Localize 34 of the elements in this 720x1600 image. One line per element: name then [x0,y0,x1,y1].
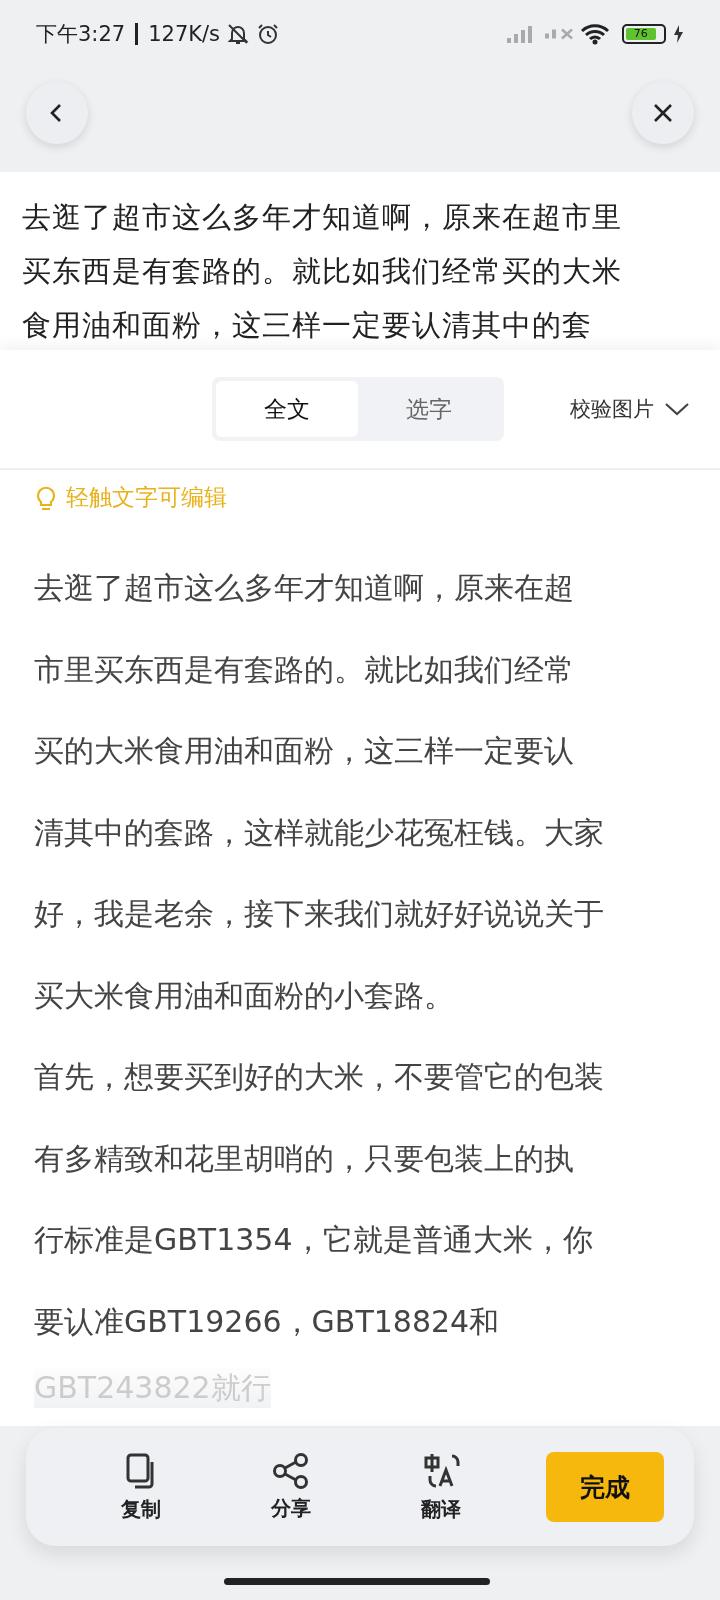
wifi-icon [580,23,610,45]
network-speed: 127K/s [148,22,221,46]
image-text-line: 买东西是有套路的。就比如我们经常买的大米 [22,253,623,290]
text-line[interactable]: 要认准GBT19266，GBT18824和 [34,1280,686,1362]
toolbar-button[interactable]: 复制 [66,1450,216,1524]
no-signal-icon [544,28,574,40]
text-line[interactable]: 买的大米食用油和面粉，这三样一定要认 [34,710,686,792]
status-time: 下午3:27 [36,21,126,48]
text-line[interactable]: 去逛了超市这么多年才知道啊，原来在超 [34,547,686,629]
translate-icon [422,1451,460,1490]
text-line[interactable]: 首先，想要买到好的大米，不要管它的包装 [34,1036,686,1118]
text-line[interactable]: 买大米食用油和面粉的小套路。 [34,954,686,1036]
tab[interactable]: 选字 [358,381,500,437]
done-button[interactable]: 完成 [546,1452,664,1522]
toolbar-button[interactable]: 分享 [216,1451,366,1523]
hint-text: 轻触文字可编辑 [66,483,227,512]
text-line[interactable]: 好，我是老余，接下来我们就好好说说关于 [34,873,686,955]
status-divider [135,23,139,45]
close-button[interactable] [632,82,694,144]
share-icon [272,1452,310,1489]
bell-muted-icon [226,22,251,46]
text-line[interactable]: 市里买东西是有套路的。就比如我们经常 [34,628,686,710]
verify-image-dropdown[interactable]: 校验图片 [564,394,696,424]
tab[interactable]: 全文 [216,381,358,437]
chevron-down-icon [664,401,690,417]
image-text-line: 食用油和面粉，这三样一定要认清其中的套 [22,307,593,344]
battery-icon: 76 [622,24,666,44]
text-line[interactable]: 有多精致和花里胡哨的，只要包装上的执 [34,1117,686,1199]
charging-icon [672,24,684,44]
text-line[interactable]: 行标准是GBT1354，它就是普通大米，你 [34,1199,686,1281]
text-line[interactable]: 清其中的套路，这样就能少花冤枉钱。大家 [34,791,686,873]
copy-icon [125,1451,157,1490]
toolbar-button[interactable]: 翻译 [366,1450,516,1524]
image-text-line: 去逛了超市这么多年才知道啊，原来在超市里 [22,199,623,236]
